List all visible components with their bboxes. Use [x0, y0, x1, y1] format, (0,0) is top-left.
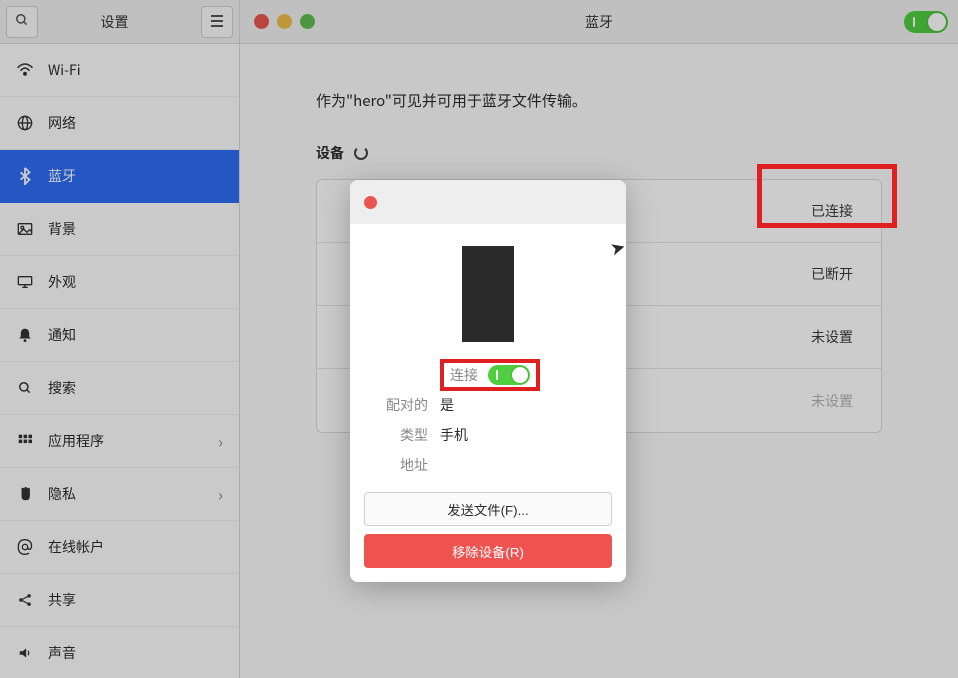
hamburger-icon: [210, 12, 224, 32]
send-file-button[interactable]: 发送文件(F)...: [364, 492, 612, 526]
sidebar-item-label: 蓝牙: [48, 166, 76, 186]
globe-icon: [16, 114, 34, 132]
search-icon: [16, 379, 34, 397]
bell-icon: [16, 326, 34, 344]
titlebar: 蓝牙: [240, 0, 958, 43]
wifi-icon: [16, 61, 34, 79]
header-bar: 设置 蓝牙: [0, 0, 958, 44]
bluetooth-master-toggle[interactable]: [904, 11, 948, 33]
device-status: 未设置: [811, 327, 853, 347]
dialog-titlebar: [350, 180, 626, 224]
paired-value: 是: [440, 395, 454, 415]
type-row: 类型 手机: [364, 420, 612, 450]
connect-row: 连接: [364, 360, 612, 390]
hand-icon: [16, 485, 34, 503]
sidebar-item-label: Wi-Fi: [48, 60, 81, 80]
maximize-window-icon[interactable]: [300, 14, 315, 29]
sidebar-item-sharing[interactable]: 共享: [0, 574, 239, 627]
sidebar-item-apps[interactable]: 应用程序 ›: [0, 415, 239, 468]
sidebar-item-notifications[interactable]: 通知: [0, 309, 239, 362]
settings-title: 设置: [38, 12, 195, 32]
sidebar-item-label: 声音: [48, 643, 76, 663]
sidebar-item-label: 在线帐户: [48, 537, 104, 557]
connect-toggle[interactable]: [488, 365, 530, 385]
sidebar-header: 设置: [0, 0, 240, 44]
device-detail-dialog: 连接 配对的 是 类型 手机 地址 发送文件(F)... 移除设备(R): [350, 180, 626, 582]
chevron-right-icon: ›: [218, 429, 223, 453]
hamburger-button[interactable]: [201, 6, 233, 38]
device-status: 已断开: [811, 264, 853, 284]
sidebar-item-label: 共享: [48, 590, 76, 610]
device-status: 未设置: [811, 391, 853, 411]
sidebar-item-search[interactable]: 搜索: [0, 362, 239, 415]
sidebar-item-label: 应用程序: [48, 431, 104, 451]
page-title: 蓝牙: [585, 12, 613, 32]
annotation-highlight-box: 连接: [440, 359, 540, 391]
sidebar-item-sound[interactable]: 声音: [0, 627, 239, 678]
paired-row: 配对的 是: [364, 390, 612, 420]
sidebar-item-background[interactable]: 背景: [0, 203, 239, 256]
at-icon: [16, 538, 34, 556]
close-window-icon[interactable]: [254, 14, 269, 29]
sidebar-item-label: 搜索: [48, 378, 76, 398]
sidebar-item-label: 背景: [48, 219, 76, 239]
type-label: 类型: [364, 425, 440, 445]
paired-label: 配对的: [364, 395, 440, 415]
sidebar-item-label: 外观: [48, 272, 76, 292]
minimize-window-icon[interactable]: [277, 14, 292, 29]
remove-device-button[interactable]: 移除设备(R): [364, 534, 612, 568]
sidebar-item-wifi[interactable]: Wi-Fi: [0, 44, 239, 97]
search-icon: [15, 12, 29, 32]
apps-icon: [16, 432, 34, 450]
visibility-text: 作为"hero"可见并可用于蓝牙文件传输。: [316, 90, 958, 111]
bluetooth-icon: [16, 167, 34, 185]
address-row: 地址: [364, 450, 612, 480]
sidebar-item-label: 网络: [48, 113, 76, 133]
sidebar-item-bluetooth[interactable]: 蓝牙: [0, 150, 239, 203]
annotation-highlight-box: [757, 164, 897, 228]
sidebar-item-label: 通知: [48, 325, 76, 345]
loading-spinner-icon: [354, 146, 368, 160]
address-label: 地址: [364, 455, 440, 475]
image-icon: [16, 220, 34, 238]
dialog-close-icon[interactable]: [364, 196, 377, 209]
window-controls: [254, 14, 315, 29]
device-image-placeholder: [462, 246, 514, 342]
sidebar-item-privacy[interactable]: 隐私 ›: [0, 468, 239, 521]
sidebar-item-online-accounts[interactable]: 在线帐户: [0, 521, 239, 574]
share-icon: [16, 591, 34, 609]
connect-label: 连接: [450, 365, 478, 385]
sidebar-item-label: 隐私: [48, 484, 76, 504]
search-button[interactable]: [6, 6, 38, 38]
speaker-icon: [16, 644, 34, 662]
type-value: 手机: [440, 425, 468, 445]
sidebar-item-appearance[interactable]: 外观: [0, 256, 239, 309]
monitor-icon: [16, 273, 34, 291]
sidebar: Wi-Fi 网络 蓝牙 背景 外观 通知 搜索 应用程序 › 隐私 › 在线帐户…: [0, 44, 240, 678]
chevron-right-icon: ›: [218, 482, 223, 506]
devices-label: 设备: [316, 143, 958, 163]
sidebar-item-network[interactable]: 网络: [0, 97, 239, 150]
